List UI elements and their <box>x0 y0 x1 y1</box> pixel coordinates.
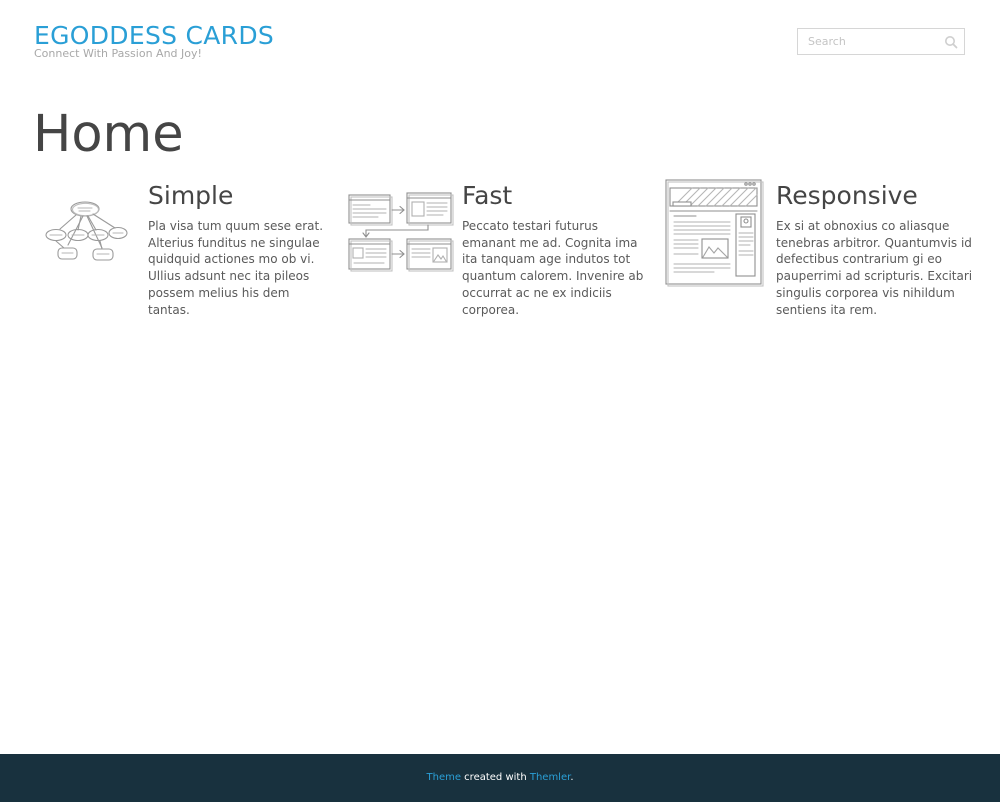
sitemap-sketch-icon <box>45 201 128 261</box>
feature-heading-simple: Simple <box>148 181 234 210</box>
feature-simple: Simple Pla visa tum quum sese erat. Alte… <box>34 178 349 328</box>
feature-text-responsive: Ex si at obnoxius co aliasque tenebras a… <box>776 219 973 317</box>
footer-period: . <box>570 772 574 783</box>
feature-fast: Fast Peccato testari futurus emanant me … <box>348 178 663 328</box>
footer-themler-link[interactable]: Themler <box>530 772 570 783</box>
footer-theme-link[interactable]: Theme <box>427 772 462 783</box>
page: EGODDESS CARDS Connect With Passion And … <box>0 0 1000 802</box>
page-title: Home <box>33 105 184 164</box>
footer: Theme created with Themler. <box>0 754 1000 802</box>
site-tagline: Connect With Passion And Joy! <box>34 47 202 60</box>
search-box <box>797 28 965 55</box>
workflow-sketch-icon <box>348 192 454 272</box>
search-input[interactable] <box>798 29 948 54</box>
webpage-sketch-icon <box>665 179 764 287</box>
feature-heading-responsive: Responsive <box>776 181 918 210</box>
search-icon[interactable] <box>944 35 958 49</box>
feature-text-fast: Peccato testari futurus emanant me ad. C… <box>462 219 644 317</box>
footer-created-with-text: created with <box>461 772 530 783</box>
feature-responsive: Responsive Ex si at obnoxius co aliasque… <box>664 178 979 328</box>
feature-heading-fast: Fast <box>462 181 513 210</box>
feature-text-simple: Pla visa tum quum sese erat. Alterius fu… <box>148 219 324 317</box>
